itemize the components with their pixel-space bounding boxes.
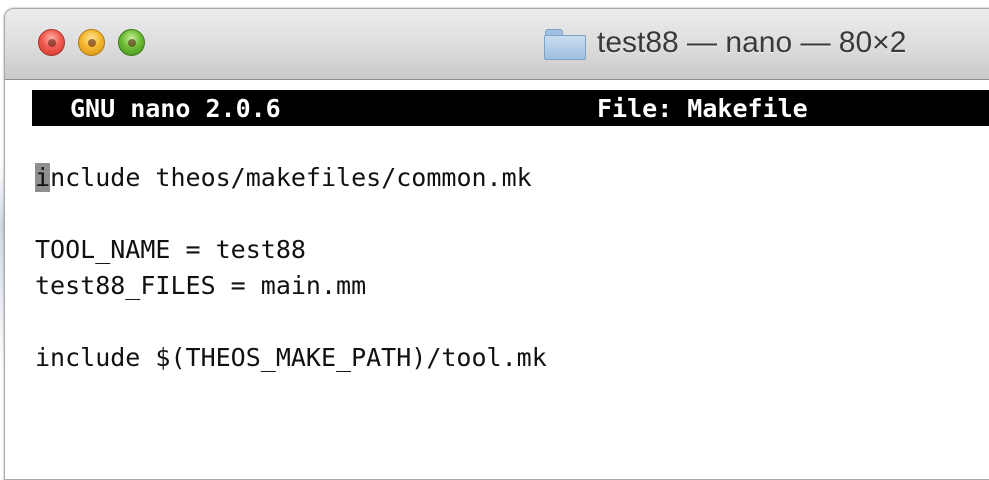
nano-header-bar: GNU nano 2.0.6 File: Makefile <box>32 90 989 126</box>
editor-line-1-text: nclude theos/makefiles/common.mk <box>50 163 532 192</box>
minimize-button[interactable] <box>78 29 105 56</box>
title-bar[interactable]: test88 — nano — 80×2 <box>5 9 989 80</box>
window-title: test88 — nano — 80×2 <box>597 26 907 59</box>
folder-icon <box>543 27 587 60</box>
window-title-group: test88 — nano — 80×2 <box>543 23 906 63</box>
nano-file-label: File: Makefile <box>597 94 808 123</box>
close-icon <box>48 39 56 47</box>
editor-line-1[interactable]: include theos/makefiles/common.mk <box>35 162 532 194</box>
editor-line-6[interactable]: include $(THEOS_MAKE_PATH)/tool.mk <box>35 342 547 374</box>
editor-line-4[interactable]: test88_FILES = main.mm <box>35 270 366 302</box>
editor-line-3[interactable]: TOOL_NAME = test88 <box>35 234 306 266</box>
text-cursor: i <box>35 163 51 192</box>
close-button[interactable] <box>38 29 65 56</box>
terminal-content[interactable]: GNU nano 2.0.6 File: Makefile include th… <box>5 80 989 479</box>
nano-version: GNU nano 2.0.6 <box>70 94 281 123</box>
minimize-icon <box>88 39 96 47</box>
zoom-button[interactable] <box>118 29 145 56</box>
terminal-window: test88 — nano — 80×2 GNU nano 2.0.6 File… <box>4 8 989 480</box>
zoom-icon <box>128 39 136 47</box>
